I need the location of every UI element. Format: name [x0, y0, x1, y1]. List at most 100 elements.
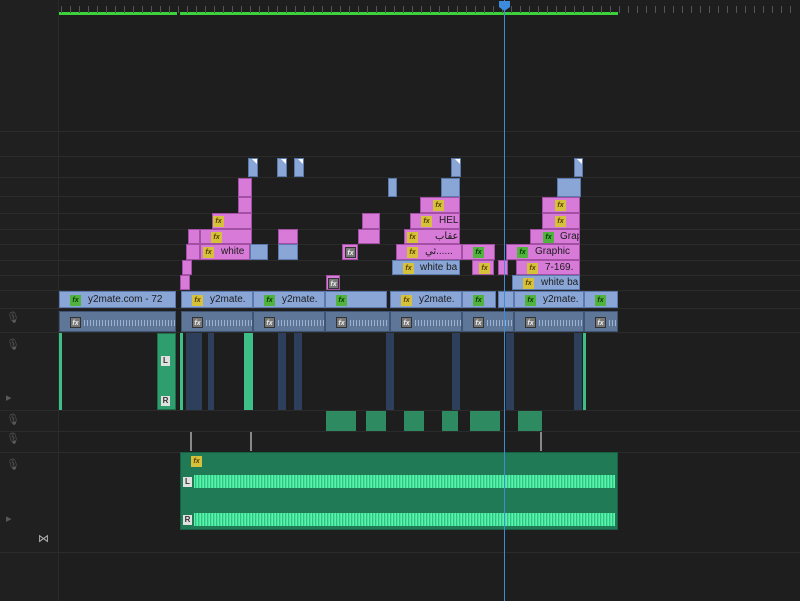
mic-icon[interactable]: 🎙: [6, 432, 20, 445]
audio-clip-small[interactable]: [326, 411, 356, 431]
audio-sliver[interactable]: [386, 333, 394, 410]
audio-clip[interactable]: fx: [181, 311, 253, 332]
audio-clip-small[interactable]: [366, 411, 386, 431]
audio-sliver[interactable]: [186, 333, 202, 410]
video-clip-main[interactable]: fx: [584, 291, 618, 308]
graphic-clip[interactable]: [188, 229, 200, 244]
video-clip-main[interactable]: [498, 291, 514, 308]
graphic-clip[interactable]: [180, 275, 190, 290]
graphic-clip[interactable]: fx: [462, 244, 495, 260]
ruler-tick: [412, 6, 413, 13]
audio-sliver[interactable]: [583, 333, 586, 410]
graphic-clip[interactable]: fx: [200, 229, 252, 244]
graphic-clip[interactable]: [358, 229, 380, 244]
audio-clip[interactable]: fx: [59, 311, 176, 332]
audio-clip[interactable]: fx: [390, 311, 462, 332]
graphic-clip[interactable]: fx: [542, 213, 580, 229]
video-clip-main[interactable]: fx y2mate.: [514, 291, 584, 308]
audio-clip-small[interactable]: [470, 411, 500, 431]
graphic-clip[interactable]: fx HEL: [410, 213, 460, 229]
graphic-clip[interactable]: fx: [472, 260, 494, 275]
video-clip[interactable]: [294, 158, 304, 177]
graphic-clip[interactable]: [498, 260, 508, 275]
fx-badge-icon: fx: [525, 295, 536, 306]
audio-marker[interactable]: [250, 432, 252, 451]
audio-clip[interactable]: fx: [253, 311, 325, 332]
video-clip-main[interactable]: fx y2mate.: [390, 291, 462, 308]
ruler-tick: [466, 6, 467, 13]
audio-sliver[interactable]: [574, 333, 582, 410]
graphic-clip[interactable]: fx: [212, 213, 252, 229]
ruler-tick: [709, 6, 710, 13]
graphic-clip[interactable]: [362, 213, 380, 229]
video-clip[interactable]: [277, 158, 287, 177]
audio-clip-stereo[interactable]: L R: [157, 333, 176, 410]
video-clip-main[interactable]: fx y2mate.: [181, 291, 253, 308]
graphic-clip[interactable]: fx: [420, 197, 460, 213]
video-clip[interactable]: [451, 158, 461, 177]
graphic-clip[interactable]: [238, 178, 252, 197]
fx-badge-icon: fx: [213, 216, 224, 227]
graphic-clip[interactable]: fx Grap: [530, 229, 580, 244]
clip-label: عقاب: [435, 231, 459, 242]
graphic-clip[interactable]: fx عقاب: [404, 229, 460, 244]
audio-clip-small[interactable]: [518, 411, 542, 431]
play-icon[interactable]: ▸: [6, 391, 12, 404]
audio-sliver[interactable]: [180, 333, 183, 410]
graphic-clip[interactable]: fx: [342, 244, 358, 260]
audio-sliver[interactable]: [59, 333, 62, 410]
fx-badge-icon: fx: [211, 232, 222, 243]
graphic-clip[interactable]: fx white: [200, 244, 250, 260]
audio-sliver[interactable]: [452, 333, 460, 410]
mic-icon[interactable]: 🎙: [6, 338, 20, 351]
video-clip[interactable]: fx white ba: [512, 275, 580, 290]
video-clip[interactable]: [248, 158, 258, 177]
play-icon[interactable]: ▸: [6, 512, 12, 525]
audio-clip[interactable]: fx: [325, 311, 390, 332]
video-clip-main[interactable]: fx y2mate.com - 72: [59, 291, 176, 308]
mic-icon[interactable]: 🎙: [6, 458, 20, 471]
video-clip[interactable]: [250, 244, 268, 260]
graphic-clip[interactable]: fx: [542, 197, 580, 213]
graphic-clip[interactable]: [278, 229, 298, 244]
video-clip-main[interactable]: fx: [325, 291, 387, 308]
video-clip-main[interactable]: fx: [462, 291, 496, 308]
video-clip[interactable]: [278, 244, 298, 260]
audio-clip[interactable]: fx: [462, 311, 514, 332]
graphic-clip[interactable]: fx 7-169.: [516, 260, 580, 275]
video-clip[interactable]: [441, 178, 460, 197]
playhead-line[interactable]: [504, 0, 505, 601]
ruler-tick: [259, 6, 260, 13]
audio-clip-small[interactable]: [404, 411, 424, 431]
graphic-clip[interactable]: [238, 197, 252, 213]
video-clip[interactable]: [557, 178, 581, 197]
music-audio-clip[interactable]: fx L R: [180, 452, 618, 530]
audio-sliver[interactable]: [294, 333, 302, 410]
audio-sliver[interactable]: [208, 333, 214, 410]
audio-sliver[interactable]: [506, 333, 514, 410]
ruler-tick: [430, 6, 431, 13]
video-clip[interactable]: [574, 158, 583, 177]
clip-label: Graphic: [535, 246, 571, 257]
ruler-tick: [592, 6, 593, 13]
graphic-clip[interactable]: fx ثي......: [396, 244, 462, 260]
audio-marker[interactable]: [540, 432, 542, 451]
audio-clip-small[interactable]: [442, 411, 458, 431]
audio-clip[interactable]: fx: [514, 311, 584, 332]
video-clip[interactable]: fx white ba: [392, 260, 460, 275]
graphic-clip[interactable]: fx Graphic: [506, 244, 580, 260]
graphic-clip[interactable]: fx: [326, 275, 340, 290]
audio-marker[interactable]: [190, 432, 192, 451]
mic-icon[interactable]: 🎙: [6, 311, 20, 324]
graphic-clip[interactable]: [186, 244, 200, 260]
channel-left-label: L: [161, 356, 170, 366]
video-clip[interactable]: [388, 178, 397, 197]
mic-icon[interactable]: 🎙: [6, 413, 20, 426]
audio-clip[interactable]: fx: [584, 311, 618, 332]
bowtie-icon[interactable]: ⋈: [38, 532, 49, 545]
audio-sliver[interactable]: [244, 333, 253, 410]
video-clip-main[interactable]: fx y2mate.: [253, 291, 325, 308]
graphic-clip[interactable]: [182, 260, 192, 275]
ruler-tick: [736, 6, 737, 13]
audio-sliver[interactable]: [278, 333, 286, 410]
